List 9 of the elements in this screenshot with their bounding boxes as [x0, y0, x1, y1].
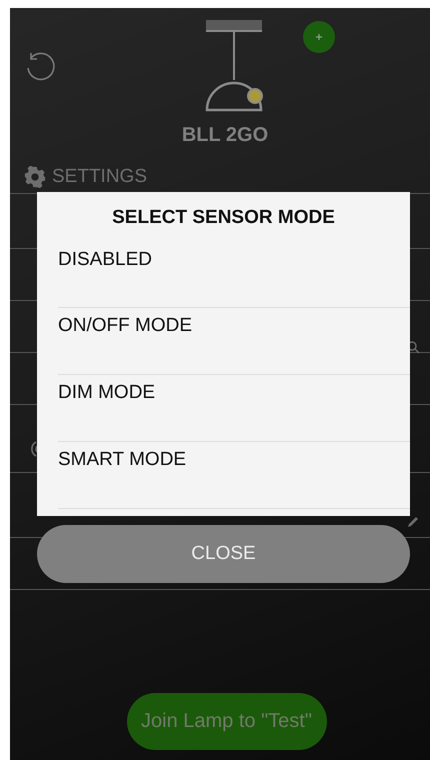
mode-option[interactable]: DIM MODE — [58, 382, 156, 404]
gear-icon — [24, 166, 46, 188]
mode-option[interactable]: DISABLED — [58, 249, 152, 271]
mode-option[interactable]: ON/OFF MODE — [58, 315, 192, 337]
pencil-icon[interactable] — [406, 515, 420, 529]
mode-option[interactable]: SMART MODE — [58, 449, 186, 471]
dialog-title: SELECT SENSOR MODE — [111, 206, 336, 228]
device-name: BLL 2GO — [180, 123, 270, 148]
settings-heading: SETTINGS — [52, 166, 148, 188]
